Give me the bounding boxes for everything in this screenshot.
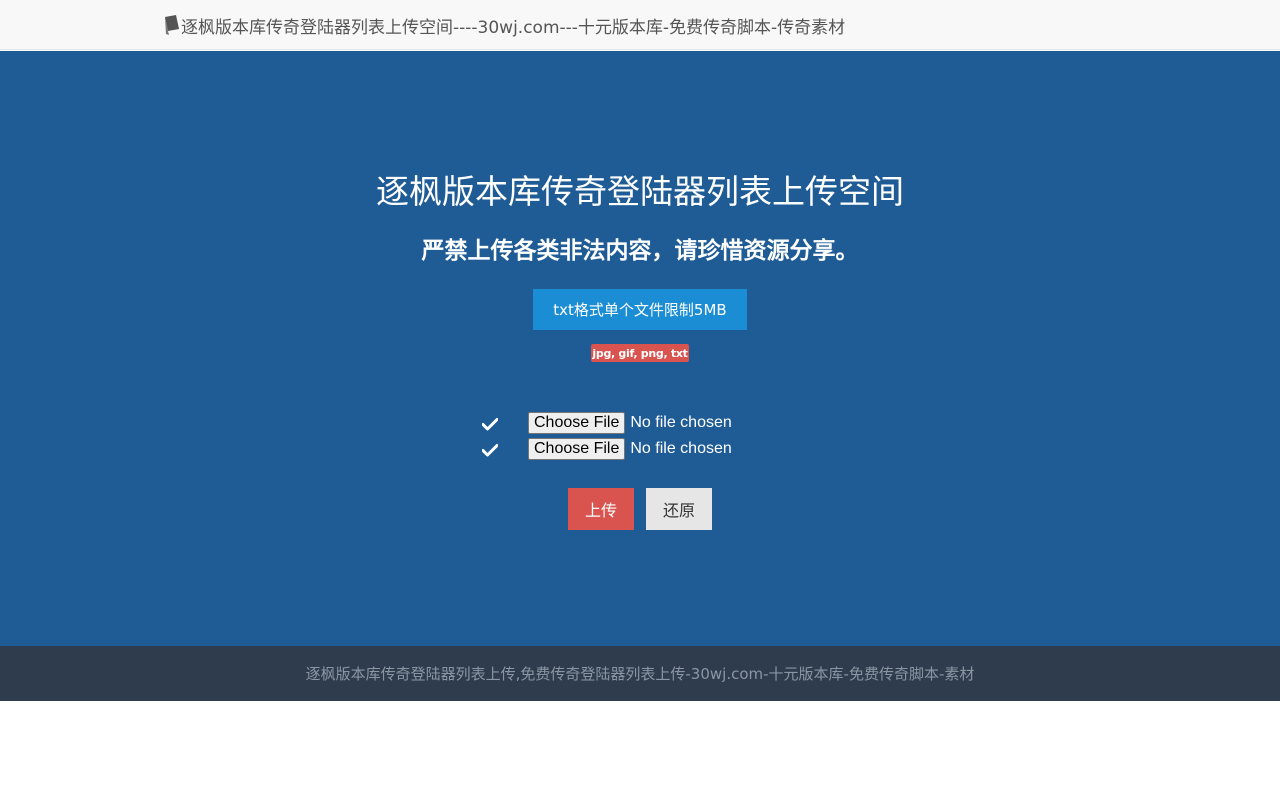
- footer: 逐枫版本库传奇登陆器列表上传,免费传奇登陆器列表上传-30wj.com-十元版本…: [0, 646, 1280, 701]
- book-icon: [163, 15, 180, 35]
- upload-hero: 逐枫版本库传奇登陆器列表上传空间 严禁上传各类非法内容，请珍惜资源分享。 txt…: [0, 51, 1280, 646]
- page-title: 逐枫版本库传奇登陆器列表上传空间: [376, 172, 904, 211]
- upload-submit-button[interactable]: 上传: [568, 488, 634, 530]
- footer-text: 逐枫版本库传奇登陆器列表上传,免费传奇登陆器列表上传-30wj.com-十元版本…: [305, 665, 975, 683]
- reset-button[interactable]: 还原: [646, 488, 712, 530]
- file-upload-row: Choose File No file chosen: [481, 437, 732, 461]
- file-status: No file chosen: [630, 440, 732, 457]
- choose-file-button[interactable]: Choose File: [528, 438, 626, 460]
- check-icon: [481, 416, 499, 431]
- brand-text: 逐枫版本库传奇登陆器列表上传空间----30wj.com---十元版本库-免费传…: [181, 17, 846, 38]
- file-limit-button[interactable]: txt格式单个文件限制5MB: [533, 289, 747, 330]
- brand-link[interactable]: 逐枫版本库传奇登陆器列表上传空间----30wj.com---十元版本库-免费传…: [163, 13, 846, 38]
- page-subtitle: 严禁上传各类非法内容，请珍惜资源分享。: [421, 238, 859, 264]
- choose-file-button[interactable]: Choose File: [528, 412, 626, 434]
- top-navbar: 逐枫版本库传奇登陆器列表上传空间----30wj.com---十元版本库-免费传…: [0, 0, 1280, 50]
- file-upload-row: Choose File No file chosen: [481, 411, 732, 435]
- allowed-formats-badge: jpg, gif, png, txt: [591, 344, 689, 362]
- check-icon: [481, 442, 499, 457]
- file-status: No file chosen: [630, 414, 732, 431]
